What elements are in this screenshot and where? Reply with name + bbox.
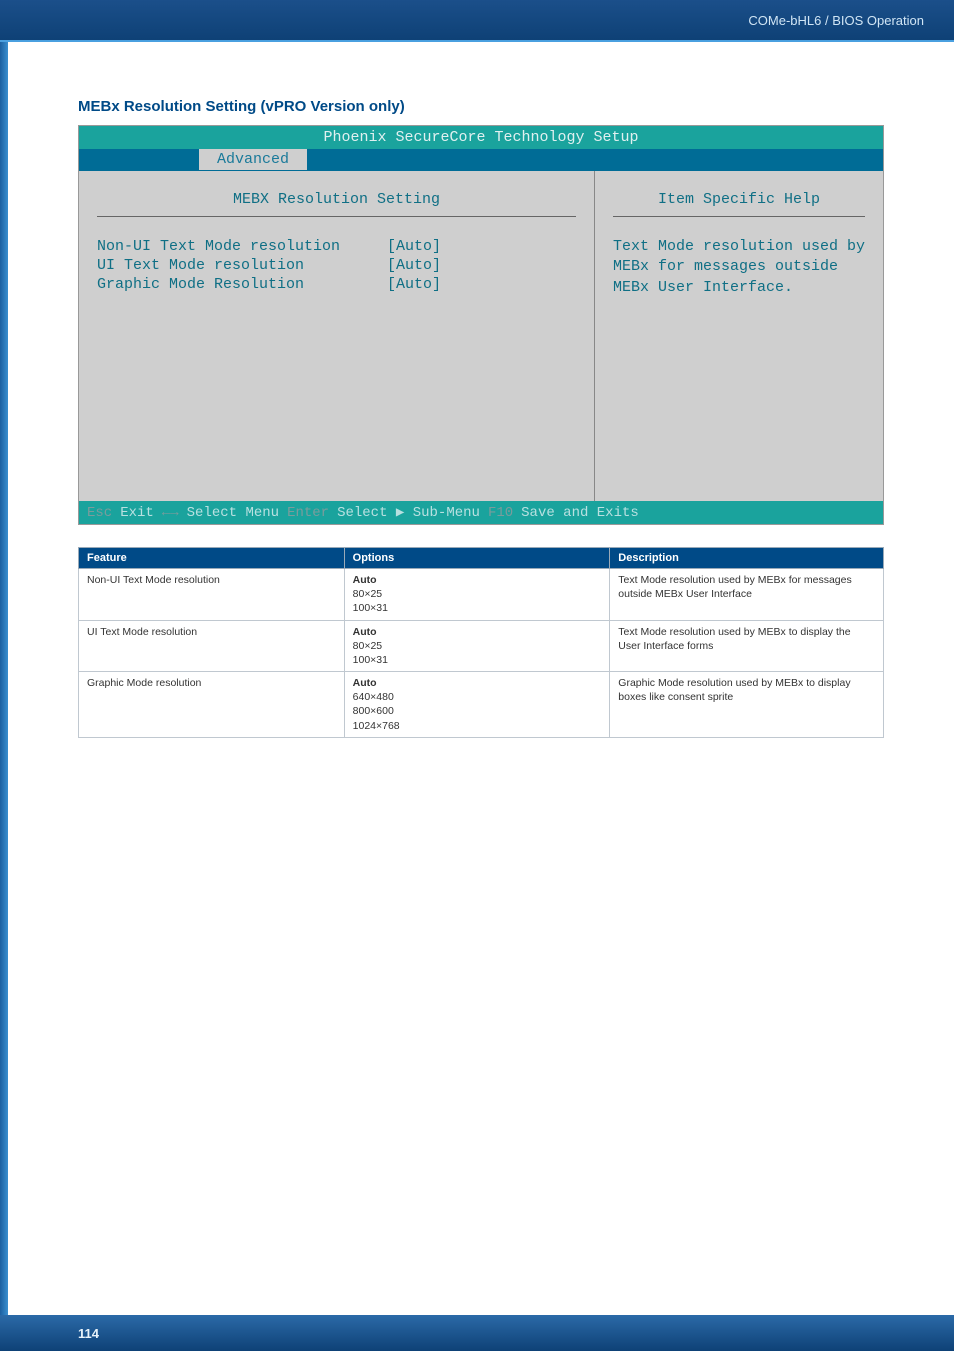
arrows-icon: ←→	[162, 505, 179, 521]
opt-rest: 80×25 100×31	[353, 640, 388, 666]
bios-setting-label: Non-UI Text Mode resolution	[97, 238, 387, 255]
bios-row[interactable]: Non-UI Text Mode resolution [Auto]	[97, 237, 576, 256]
table-row: Non-UI Text Mode resolution Auto 80×25 1…	[79, 569, 884, 621]
opt-default: Auto	[353, 573, 602, 587]
section-title: MEBx Resolution Setting (vPRO Version on…	[78, 98, 884, 115]
bios-help-text: Text Mode resolution used by MEBx for me…	[613, 237, 865, 298]
bios-footer: Esc Exit ←→ Select Menu Enter Select ▶ S…	[79, 501, 883, 524]
select-submenu-label: Select ▶ Sub-Menu	[337, 504, 480, 521]
options-table: Feature Options Description Non-UI Text …	[78, 547, 884, 738]
opt-rest: 80×25 100×31	[353, 588, 388, 614]
bios-left-heading: MEBX Resolution Setting	[97, 185, 576, 217]
opt-default: Auto	[353, 676, 602, 690]
cell-options: Auto 640×480 800×600 1024×768	[344, 672, 610, 738]
table-row: Graphic Mode resolution Auto 640×480 800…	[79, 672, 884, 738]
bios-left-panel: MEBX Resolution Setting Non-UI Text Mode…	[79, 171, 595, 501]
table-header-row: Feature Options Description	[79, 548, 884, 569]
cell-options: Auto 80×25 100×31	[344, 620, 610, 672]
bios-setting-value: [Auto]	[387, 238, 441, 255]
bios-tab-bar: Advanced	[79, 149, 883, 171]
bios-setting-value: [Auto]	[387, 257, 441, 274]
cell-feature: Graphic Mode resolution	[79, 672, 345, 738]
cell-feature: UI Text Mode resolution	[79, 620, 345, 672]
bios-setting-label: Graphic Mode Resolution	[97, 276, 387, 293]
bios-help-panel: Item Specific Help Text Mode resolution …	[595, 171, 883, 501]
left-edge-strip	[0, 42, 8, 1322]
bios-setting-value: [Auto]	[387, 276, 441, 293]
select-menu-label: Select Menu	[187, 505, 279, 521]
breadcrumb: COMe-bHL6 / BIOS Operation	[748, 13, 924, 28]
cell-description: Text Mode resolution used by MEBx for me…	[610, 569, 884, 621]
cell-description: Text Mode resolution used by MEBx to dis…	[610, 620, 884, 672]
opt-rest: 640×480 800×600 1024×768	[353, 691, 400, 731]
cell-feature: Non-UI Text Mode resolution	[79, 569, 345, 621]
bios-row[interactable]: UI Text Mode resolution [Auto]	[97, 256, 576, 275]
exit-label: Exit	[120, 505, 154, 521]
opt-default: Auto	[353, 625, 602, 639]
cell-description: Graphic Mode resolution used by MEBx to …	[610, 672, 884, 738]
bios-screenshot: Phoenix SecureCore Technology Setup Adva…	[78, 125, 884, 525]
bios-body: MEBX Resolution Setting Non-UI Text Mode…	[79, 171, 883, 501]
col-description: Description	[610, 548, 884, 569]
bios-setting-label: UI Text Mode resolution	[97, 257, 387, 274]
page-number: 114	[78, 1326, 99, 1341]
table-row: UI Text Mode resolution Auto 80×25 100×3…	[79, 620, 884, 672]
col-feature: Feature	[79, 548, 345, 569]
bios-title: Phoenix SecureCore Technology Setup	[79, 126, 883, 149]
f10-key-label: F10	[488, 505, 513, 521]
cell-options: Auto 80×25 100×31	[344, 569, 610, 621]
page-header: COMe-bHL6 / BIOS Operation	[0, 0, 954, 42]
bios-tab-advanced[interactable]: Advanced	[199, 149, 307, 170]
bios-right-heading: Item Specific Help	[613, 185, 865, 217]
enter-key-label: Enter	[287, 505, 329, 521]
content-area: MEBx Resolution Setting (vPRO Version on…	[0, 42, 954, 738]
page-footer: 114	[0, 1315, 954, 1351]
col-options: Options	[344, 548, 610, 569]
save-exits-label: Save and Exits	[521, 505, 639, 521]
bios-row[interactable]: Graphic Mode Resolution [Auto]	[97, 275, 576, 294]
esc-key-label: Esc	[87, 505, 112, 521]
